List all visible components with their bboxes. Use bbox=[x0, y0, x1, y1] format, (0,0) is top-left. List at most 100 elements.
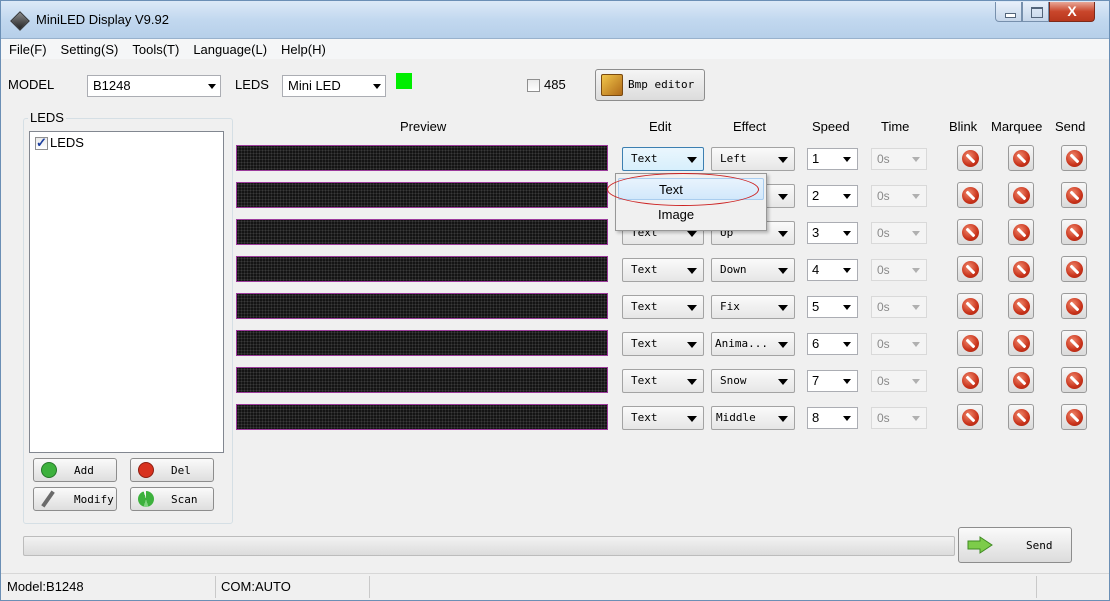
stop-icon bbox=[1013, 224, 1030, 241]
send-row-button-8[interactable] bbox=[1061, 404, 1087, 430]
send-button[interactable]: Send bbox=[958, 527, 1072, 563]
effect-select-1[interactable]: Left bbox=[711, 147, 795, 171]
chevron-down-icon bbox=[843, 379, 851, 384]
leds-select-value: Mini LED bbox=[288, 78, 341, 93]
column-speed: Speed bbox=[812, 119, 850, 134]
send-row-button-6[interactable] bbox=[1061, 330, 1087, 356]
marquee-button-3[interactable] bbox=[1008, 219, 1034, 245]
marquee-button-4[interactable] bbox=[1008, 256, 1034, 282]
led-preview-7 bbox=[236, 367, 608, 393]
stop-icon bbox=[962, 335, 979, 352]
marquee-button-7[interactable] bbox=[1008, 367, 1034, 393]
blink-button-5[interactable] bbox=[957, 293, 983, 319]
blink-button-6[interactable] bbox=[957, 330, 983, 356]
edit-select-4[interactable]: Text bbox=[622, 258, 704, 282]
effect-select-8[interactable]: Middle bbox=[711, 406, 795, 430]
send-row-button-2[interactable] bbox=[1061, 182, 1087, 208]
chevron-down-icon bbox=[687, 268, 697, 274]
marquee-button-8[interactable] bbox=[1008, 404, 1034, 430]
blink-button-3[interactable] bbox=[957, 219, 983, 245]
speed-select-2[interactable]: 2 bbox=[807, 185, 858, 207]
blink-button-2[interactable] bbox=[957, 182, 983, 208]
window-title: MiniLED Display V9.92 bbox=[36, 12, 169, 27]
tree-item-checkbox[interactable] bbox=[35, 135, 48, 151]
dropdown-option-image[interactable]: Image bbox=[618, 204, 764, 226]
blink-button-1[interactable] bbox=[957, 145, 983, 171]
modify-button[interactable]: Modify bbox=[33, 487, 117, 511]
dropdown-option-text[interactable]: Text bbox=[618, 178, 764, 200]
menu-file[interactable]: File(F) bbox=[9, 42, 47, 57]
time-select-3[interactable]: 0s bbox=[871, 222, 927, 244]
time-select-8[interactable]: 0s bbox=[871, 407, 927, 429]
column-send: Send bbox=[1055, 119, 1086, 134]
send-row-button-3[interactable] bbox=[1061, 219, 1087, 245]
time-select-4[interactable]: 0s bbox=[871, 259, 927, 281]
add-button[interactable]: Add bbox=[33, 458, 117, 482]
send-row-button-7[interactable] bbox=[1061, 367, 1087, 393]
edit-select-1[interactable]: Text bbox=[622, 147, 704, 171]
leds-select[interactable]: Mini LED bbox=[282, 75, 386, 97]
pencil-icon bbox=[41, 490, 55, 508]
edit-value: Text bbox=[631, 374, 658, 387]
effect-select-7[interactable]: Snow bbox=[711, 369, 795, 393]
effect-select-6[interactable]: Anima... bbox=[711, 332, 795, 356]
edit-select-5[interactable]: Text bbox=[622, 295, 704, 319]
effect-value: Fix bbox=[720, 300, 740, 313]
send-row-button-1[interactable] bbox=[1061, 145, 1087, 171]
title-bar[interactable]: MiniLED Display V9.92 X bbox=[1, 1, 1109, 39]
marquee-button-6[interactable] bbox=[1008, 330, 1034, 356]
time-select-5[interactable]: 0s bbox=[871, 296, 927, 318]
minimize-button[interactable] bbox=[995, 2, 1022, 22]
edit-select-6[interactable]: Text bbox=[622, 332, 704, 356]
del-button[interactable]: Del bbox=[130, 458, 214, 482]
blink-button-8[interactable] bbox=[957, 404, 983, 430]
scan-button[interactable]: Scan bbox=[130, 487, 214, 511]
menu-tools[interactable]: Tools(T) bbox=[132, 42, 179, 57]
menu-setting[interactable]: Setting(S) bbox=[61, 42, 119, 57]
model-select[interactable]: B1248 bbox=[87, 75, 221, 97]
status-divider bbox=[215, 576, 216, 598]
time-value: 0s bbox=[877, 337, 890, 351]
send-row-button-5[interactable] bbox=[1061, 293, 1087, 319]
speed-select-1[interactable]: 1 bbox=[807, 148, 858, 170]
speed-value: 7 bbox=[812, 373, 820, 388]
column-blink: Blink bbox=[949, 119, 978, 134]
blink-button-4[interactable] bbox=[957, 256, 983, 282]
menu-help[interactable]: Help(H) bbox=[281, 42, 326, 57]
stop-icon bbox=[962, 409, 979, 426]
tree-item-leds[interactable]: LEDS bbox=[50, 135, 84, 150]
progress-bar bbox=[23, 536, 955, 556]
stop-icon bbox=[962, 224, 979, 241]
stop-icon bbox=[962, 261, 979, 278]
edit-select-8[interactable]: Text bbox=[622, 406, 704, 430]
speed-select-5[interactable]: 5 bbox=[807, 296, 858, 318]
menu-language[interactable]: Language(L) bbox=[193, 42, 267, 57]
effect-select-4[interactable]: Down bbox=[711, 258, 795, 282]
send-row-button-4[interactable] bbox=[1061, 256, 1087, 282]
checkbox-485-label: 485 bbox=[544, 77, 566, 92]
time-select-7[interactable]: 0s bbox=[871, 370, 927, 392]
marquee-button-5[interactable] bbox=[1008, 293, 1034, 319]
maximize-button[interactable] bbox=[1022, 2, 1049, 22]
bmp-editor-button[interactable]: Bmp editor bbox=[595, 69, 705, 101]
speed-select-7[interactable]: 7 bbox=[807, 370, 858, 392]
time-select-1[interactable]: 0s bbox=[871, 148, 927, 170]
marquee-button-2[interactable] bbox=[1008, 182, 1034, 208]
time-select-2[interactable]: 0s bbox=[871, 185, 927, 207]
close-button[interactable]: X bbox=[1049, 2, 1095, 22]
speed-select-3[interactable]: 3 bbox=[807, 222, 858, 244]
edit-select-7[interactable]: Text bbox=[622, 369, 704, 393]
paint-palette-icon bbox=[601, 74, 623, 96]
marquee-button-1[interactable] bbox=[1008, 145, 1034, 171]
chevron-down-icon bbox=[778, 416, 788, 422]
speed-select-8[interactable]: 8 bbox=[807, 407, 858, 429]
leds-tree[interactable]: LEDS bbox=[29, 131, 224, 453]
speed-select-6[interactable]: 6 bbox=[807, 333, 858, 355]
chevron-down-icon bbox=[912, 379, 920, 384]
time-select-6[interactable]: 0s bbox=[871, 333, 927, 355]
blink-button-7[interactable] bbox=[957, 367, 983, 393]
speed-select-4[interactable]: 4 bbox=[807, 259, 858, 281]
checkbox-485[interactable] bbox=[527, 79, 540, 92]
chevron-down-icon bbox=[778, 231, 788, 237]
effect-select-5[interactable]: Fix bbox=[711, 295, 795, 319]
